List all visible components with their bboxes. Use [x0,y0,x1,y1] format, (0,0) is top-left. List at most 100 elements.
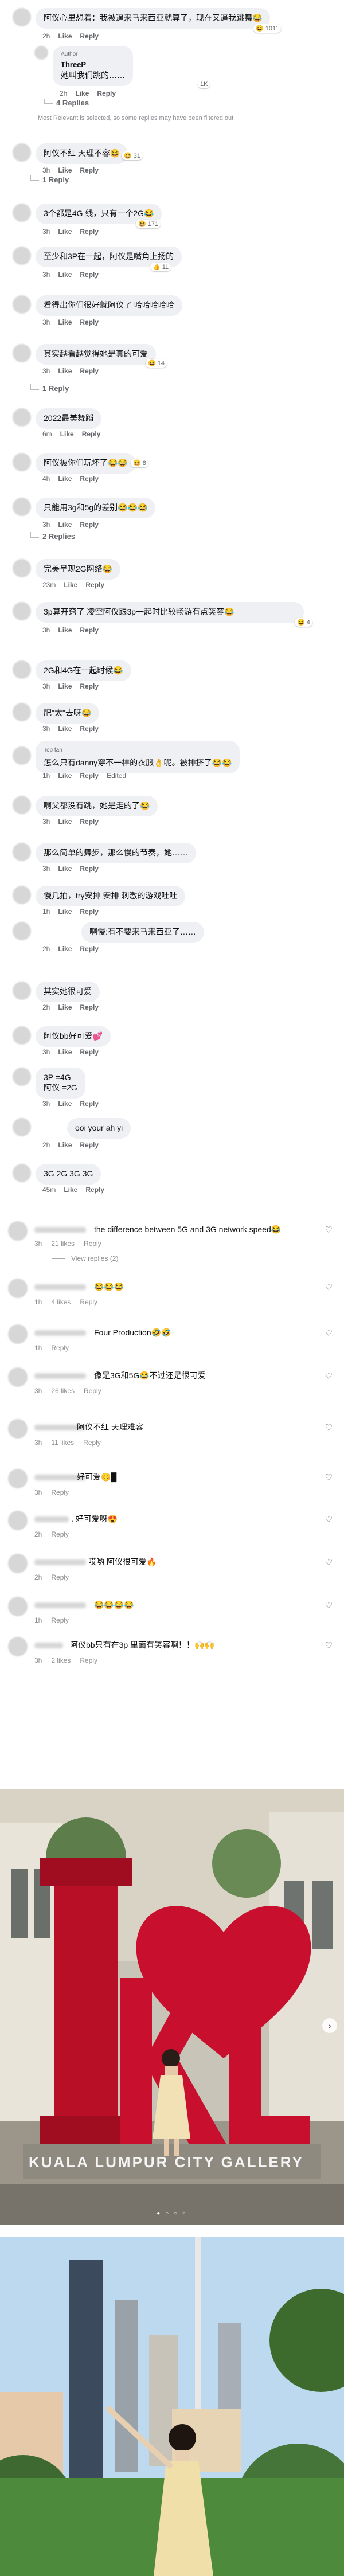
reply-link[interactable]: Reply [51,1616,69,1624]
reply-link[interactable]: Reply [51,1488,69,1496]
like-link[interactable]: Like [58,945,72,953]
reply-link[interactable]: Reply [84,1240,101,1248]
reply-link[interactable]: Reply [80,865,99,873]
username-blurred[interactable] [34,1559,86,1565]
like-link[interactable]: Like [58,725,72,733]
like-link[interactable]: Like [58,521,72,529]
avatar[interactable] [8,1279,28,1298]
reply-link[interactable]: Reply [80,1003,99,1011]
like-link[interactable]: Like [58,367,72,375]
reply-link[interactable]: Reply [80,318,99,326]
reaction-count[interactable]: 1K [198,80,210,88]
like-link[interactable]: Like [58,865,72,873]
reaction-count[interactable]: 👍 11 [150,263,171,271]
like-link[interactable]: Like [64,1186,77,1194]
reply-link[interactable]: Reply [97,89,116,97]
avatar[interactable] [8,1221,28,1241]
heart-icon[interactable]: ♡ [325,1514,333,1525]
avatar[interactable] [13,559,31,577]
reply-link[interactable]: Reply [85,581,104,589]
avatar[interactable] [13,982,31,1000]
view-replies-link[interactable]: 1 Reply [30,175,69,184]
like-link[interactable]: Like [58,1003,72,1011]
avatar[interactable] [8,1554,28,1573]
reply-link[interactable]: Reply [80,228,99,236]
heart-icon[interactable]: ♡ [325,1422,333,1433]
reply-link[interactable]: Reply [51,1530,69,1538]
likes-count[interactable]: 2 likes [51,1656,71,1664]
like-link[interactable]: Like [58,772,72,780]
like-link[interactable]: Like [58,318,72,326]
reply-link[interactable]: Reply [80,367,99,375]
avatar[interactable] [13,408,31,427]
avatar[interactable] [34,46,48,60]
reply-link[interactable]: Reply [83,1439,101,1447]
reply-link[interactable]: Reply [80,166,99,174]
heart-icon[interactable]: ♡ [325,1282,333,1292]
reaction-count[interactable]: 😆 4 [295,618,312,627]
username-blurred[interactable] [34,1284,86,1290]
avatar[interactable] [13,8,31,26]
reply-link[interactable]: Reply [51,1573,69,1581]
reply-link[interactable]: Reply [80,1048,99,1056]
avatar[interactable] [13,295,31,314]
avatar[interactable] [13,602,31,620]
next-photo-arrow-icon[interactable]: › [322,2018,337,2033]
avatar[interactable] [13,843,31,861]
username-blurred[interactable] [34,1516,69,1522]
reply-link[interactable]: Reply [85,1186,104,1194]
reply-link[interactable]: Reply [80,682,99,690]
reply-link[interactable]: Reply [80,1298,97,1306]
view-replies-link[interactable]: 1 Reply [30,384,69,393]
reply-link[interactable]: Reply [80,818,99,826]
username-blurred[interactable] [34,1330,86,1336]
reply-link[interactable]: Reply [80,908,99,916]
avatar[interactable] [13,498,31,516]
like-link[interactable]: Like [75,89,89,97]
likes-count[interactable]: 21 likes [51,1240,75,1248]
avatar[interactable] [8,1469,28,1488]
avatar[interactable] [13,1026,31,1045]
reaction-count[interactable]: 😆 171 [136,220,161,228]
carousel-dots[interactable]: ● ○ ○ ○ [157,2210,187,2217]
heart-icon[interactable]: ♡ [325,1472,333,1483]
reply-link[interactable]: Reply [80,945,99,953]
avatar[interactable] [13,1164,31,1182]
photo-city-skyline[interactable] [0,2225,344,2576]
reply-link[interactable]: Reply [80,271,99,279]
reaction-count[interactable]: 😆 31 [122,151,143,160]
avatar[interactable] [13,1118,31,1136]
username-blurred[interactable] [34,1602,86,1608]
like-link[interactable]: Like [58,818,72,826]
like-link[interactable]: Like [58,271,72,279]
avatar[interactable] [13,703,31,721]
like-link[interactable]: Like [58,166,72,174]
view-replies-link[interactable]: 2 Replies [30,531,75,541]
like-link[interactable]: Like [58,1048,72,1056]
like-link[interactable]: Like [58,626,72,634]
like-link[interactable]: Like [58,682,72,690]
reply-link[interactable]: Reply [80,1656,97,1664]
likes-count[interactable]: 26 likes [51,1387,75,1395]
reply-link[interactable]: Reply [80,772,99,780]
reply-link[interactable]: Reply [84,1387,101,1395]
like-link[interactable]: Like [58,1100,72,1108]
reply-link[interactable]: Reply [80,1100,99,1108]
heart-icon[interactable]: ♡ [325,1328,333,1338]
like-link[interactable]: Like [58,228,72,236]
like-link[interactable]: Like [58,1141,72,1149]
avatar[interactable] [13,886,31,904]
reaction-count[interactable]: 😆 14 [146,359,167,368]
heart-icon[interactable]: ♡ [325,1640,333,1651]
likes-count[interactable]: 4 likes [51,1298,71,1306]
avatar[interactable] [13,143,31,162]
like-link[interactable]: Like [64,581,77,589]
username-blurred[interactable] [34,1227,86,1233]
avatar[interactable] [13,746,31,765]
commenter-name[interactable]: ThreeP [61,60,125,70]
heart-icon[interactable]: ♡ [325,1225,333,1235]
heart-icon[interactable]: ♡ [325,1557,333,1568]
avatar[interactable] [13,796,31,814]
view-replies-link[interactable]: 4 Replies [44,98,89,107]
avatar[interactable] [8,1637,28,1656]
